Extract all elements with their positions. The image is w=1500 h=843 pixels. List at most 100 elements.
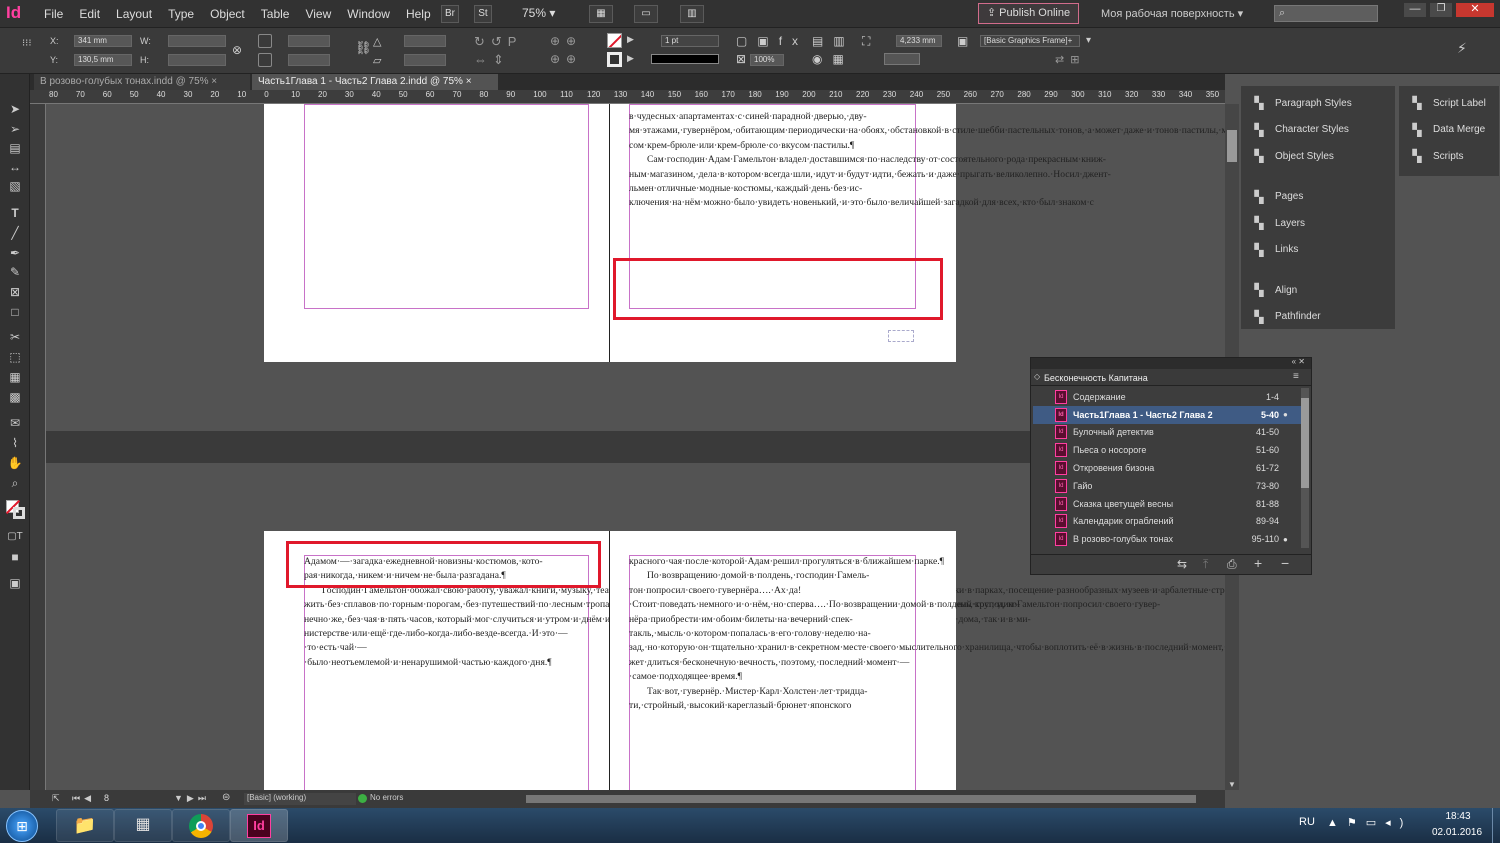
close-icon[interactable]: × xyxy=(211,76,217,87)
frame-fitting-icons[interactable]: ▢▣fx xyxy=(736,34,808,48)
scroll-thumb[interactable] xyxy=(1227,130,1237,162)
publish-online-button[interactable]: ⇪ Publish Online xyxy=(978,3,1079,24)
align-icons[interactable]: ▤▥ xyxy=(812,34,855,48)
start-button[interactable]: ⊞ xyxy=(6,810,38,842)
height-field[interactable] xyxy=(168,54,226,66)
close-icon[interactable]: × xyxy=(466,76,472,87)
restore-button[interactable]: ❐ xyxy=(1430,3,1452,17)
rotate-field[interactable] xyxy=(404,35,446,47)
panel-layers[interactable]: ▚ Layers xyxy=(1241,210,1395,236)
select-container-icons[interactable]: ⊕⊕ xyxy=(550,34,582,48)
menu-file[interactable]: File xyxy=(36,7,71,21)
corner-options-icon[interactable]: ⊠ xyxy=(736,52,746,66)
panel-links[interactable]: ▚ Links xyxy=(1241,237,1395,263)
zoom-tool-icon[interactable]: ⌕ xyxy=(7,476,23,490)
pencil-tool-icon[interactable]: ✎ xyxy=(7,265,23,279)
save-book-icon[interactable]: ⤒ xyxy=(1203,557,1208,572)
x-field[interactable]: 341 mm xyxy=(74,35,132,47)
scale-y-field[interactable] xyxy=(288,54,330,66)
add-document-icon[interactable]: + xyxy=(1254,555,1262,571)
distribute-icons[interactable]: ◉▦ xyxy=(812,52,854,66)
panel-pages[interactable]: ▚ Pages xyxy=(1241,184,1395,210)
opacity-field[interactable]: 100% xyxy=(750,54,784,66)
book-item[interactable]: Id Часть1Глава 1 - Часть2 Глава 2 5-40 ● xyxy=(1033,405,1301,424)
panel-scripts[interactable]: ▚ Scripts xyxy=(1399,143,1499,169)
panel-pathfinder[interactable]: ▚ Pathfinder xyxy=(1241,304,1395,330)
content-collector-icon[interactable]: ▧ xyxy=(7,179,23,193)
menu-edit[interactable]: Edit xyxy=(71,7,108,21)
book-item[interactable]: Id Булочный детектив 41-50 xyxy=(1033,424,1301,442)
scale-y-icon[interactable] xyxy=(258,53,272,67)
preflight-errors[interactable]: No errors xyxy=(370,793,403,802)
hand-tool-icon[interactable]: ✋ xyxy=(7,456,23,470)
book-item[interactable]: Id Календарик ограблений 89-94 xyxy=(1033,513,1301,531)
panel-object-styles[interactable]: ▚ Object Styles xyxy=(1241,143,1395,169)
panel-character-styles[interactable]: ▚ Character Styles xyxy=(1241,117,1395,143)
print-book-icon[interactable]: ⎙ xyxy=(1227,557,1237,572)
fill-swatch[interactable] xyxy=(607,33,622,48)
book-item[interactable]: Id Сказка цветущей весны 81-88 xyxy=(1033,495,1301,513)
line-tool-icon[interactable]: ╱ xyxy=(7,226,23,240)
book-panel-header[interactable]: « ✕ xyxy=(1031,357,1311,369)
type-tool-icon[interactable]: T xyxy=(7,206,23,220)
minimize-button[interactable]: — xyxy=(1404,3,1426,17)
rectangle-tool-icon[interactable]: □ xyxy=(7,305,23,319)
scissors-tool-icon[interactable]: ✂ xyxy=(7,330,23,344)
stroke-type-select[interactable] xyxy=(651,54,719,64)
menu-table[interactable]: Table xyxy=(253,7,298,21)
shear-field[interactable] xyxy=(404,54,446,66)
arrange-documents-icon[interactable]: ▥ xyxy=(680,5,704,23)
horizontal-scrollbar[interactable] xyxy=(526,795,1196,803)
quick-apply-icons[interactable]: ⇄⊞ xyxy=(1055,53,1085,66)
page-right-top[interactable]: в·чудесных·апартаментах·с·синей·парадной… xyxy=(610,104,1225,362)
book-item[interactable]: Id Пьеса о носороге 51-60 xyxy=(1033,441,1301,459)
page-right-bottom[interactable]: красного·чая·после·которой·Адам·решил·пр… xyxy=(610,531,1225,790)
eyedropper-tool-icon[interactable]: ⌇ xyxy=(7,436,23,450)
width-field[interactable] xyxy=(168,35,226,47)
language-indicator[interactable]: RU xyxy=(1299,816,1315,828)
stroke-swatch[interactable] xyxy=(607,52,622,67)
tray-time[interactable]: 18:43 xyxy=(1438,811,1478,822)
workspace-switcher[interactable]: Моя рабочая поверхность ▾ xyxy=(1101,7,1243,20)
indesign-taskbar-icon[interactable]: Id xyxy=(230,809,288,842)
body-text[interactable]: в·чудесных·апартаментах·с·синей·парадной… xyxy=(629,110,1225,211)
menu-window[interactable]: Window xyxy=(339,7,398,21)
panel-script-label[interactable]: ▚ Script Label xyxy=(1399,90,1499,116)
direct-selection-tool-icon[interactable]: ➢ xyxy=(7,122,23,136)
tray-date[interactable]: 02.01.2016 xyxy=(1426,827,1488,838)
free-transform-tool-icon[interactable]: ⬚ xyxy=(7,350,23,364)
vertical-ruler[interactable] xyxy=(30,104,46,790)
show-desktop-button[interactable] xyxy=(1492,808,1500,843)
note-tool-icon[interactable]: ✉ xyxy=(7,416,23,430)
first-prev-page-icons[interactable]: ⏮◀ xyxy=(72,793,95,804)
tray-icons[interactable]: ▲⚑▭◂) xyxy=(1327,816,1412,829)
tab-rozovo-golubye[interactable]: В розово-голубых тонах.indd @ 75% × xyxy=(34,74,250,90)
apply-color-icon[interactable]: ■ xyxy=(7,550,23,564)
page-options-icon[interactable]: ⊜ xyxy=(222,792,230,803)
menu-type[interactable]: Type xyxy=(160,7,202,21)
panel-data-merge[interactable]: ▚ Data Merge xyxy=(1399,117,1499,143)
synchronize-icon[interactable]: ⇆ xyxy=(1177,557,1187,571)
book-scrollbar[interactable] xyxy=(1301,388,1309,548)
collapse-icon[interactable]: ◇ xyxy=(1034,372,1040,381)
book-item[interactable]: Id Гайо 73-80 xyxy=(1033,477,1301,495)
body-text[interactable]: красного·чая·после·которой·Адам·решил·пр… xyxy=(629,555,1225,713)
explorer-taskbar-icon[interactable]: 📁 xyxy=(56,809,114,842)
gradient-swatch-tool-icon[interactable]: ▦ xyxy=(7,370,23,384)
quick-apply-icon[interactable]: ⚡ xyxy=(1457,40,1467,57)
page-number-field[interactable]: 8 xyxy=(104,793,109,803)
stroke-weight-field[interactable]: 1 pt xyxy=(661,35,719,47)
book-panel[interactable]: « ✕ ◇ Бесконечность Капитана ≡ Id Содержа… xyxy=(1030,357,1312,575)
gradient-feather-tool-icon[interactable]: ▩ xyxy=(7,390,23,404)
book-item[interactable]: Id Содержание 1-4 xyxy=(1033,388,1301,406)
panel-menu-icon[interactable]: ≡ xyxy=(1293,371,1299,382)
page-tool-icon[interactable]: ▤ xyxy=(7,141,23,155)
selection-tool-icon[interactable]: ➤ xyxy=(7,102,23,116)
menu-view[interactable]: View xyxy=(297,7,339,21)
formatting-affects-icon[interactable]: ▢T xyxy=(7,530,23,544)
tab-chast1-glava1[interactable]: Часть1Глава 1 - Часть2 Глава 2.indd @ 75… xyxy=(252,74,498,90)
panel-paragraph-styles[interactable]: ▚ Paragraph Styles xyxy=(1241,90,1395,116)
menu-layout[interactable]: Layout xyxy=(108,7,160,21)
book-tab[interactable]: ◇ Бесконечность Капитана ≡ xyxy=(1031,369,1311,386)
reference-point-icon[interactable]: ⁝⁝⁝ xyxy=(22,38,32,49)
